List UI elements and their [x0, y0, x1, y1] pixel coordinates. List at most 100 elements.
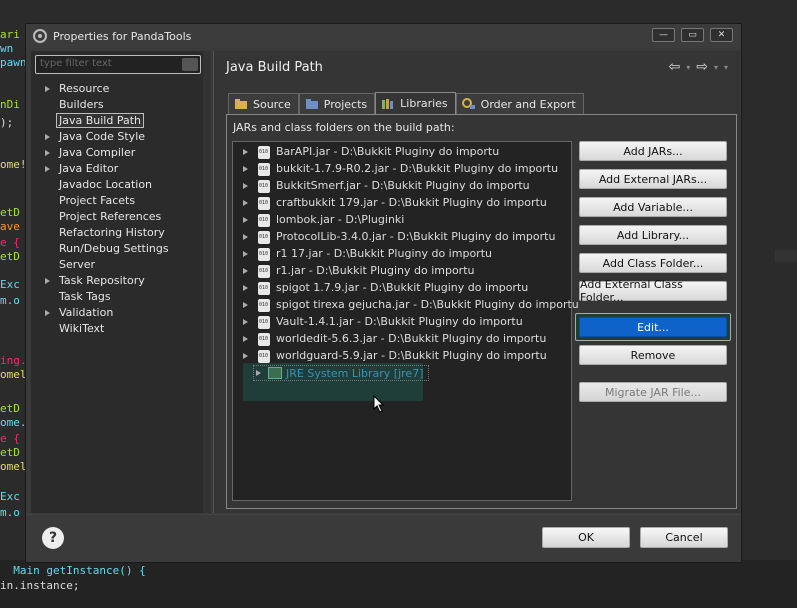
libraries-icon [381, 98, 395, 110]
maximize-button[interactable]: ▭ [681, 28, 704, 42]
tree-item-label: Task Tags [59, 290, 111, 303]
library-item[interactable]: craftbukkit 179.jar - D:\Bukkit Pluginy … [233, 195, 573, 212]
tree-item[interactable]: Task Repository [31, 273, 203, 289]
tree-item[interactable]: Javadoc Location [31, 177, 203, 193]
gear-icon [33, 29, 47, 43]
add-library-button[interactable]: Add Library... [579, 225, 727, 245]
library-item[interactable]: spigot tirexa gejucha.jar - D:\Bukkit Pl… [233, 297, 579, 314]
tree-item-label: Builders [59, 98, 104, 111]
library-item[interactable]: BarAPI.jar - D:\Bukkit Pluginy do import… [233, 144, 573, 161]
tab-label: Libraries [400, 97, 448, 110]
tree-item[interactable]: Refactoring History [31, 225, 203, 241]
code-line: m.o [0, 294, 20, 307]
library-item[interactable]: ProtocolLib-3.4.0.jar - D:\Bukkit Plugin… [233, 229, 573, 246]
minimize-button[interactable]: — [652, 28, 675, 42]
cancel-button[interactable]: Cancel [640, 527, 728, 548]
tree-item[interactable]: Validation [31, 305, 203, 321]
tree-item[interactable]: Java Editor [31, 161, 203, 177]
library-item[interactable]: Vault-1.4.1.jar - D:\Bukkit Pluginy do i… [233, 314, 573, 331]
expand-arrow-icon[interactable] [243, 217, 248, 223]
tab-projects[interactable]: Projects [298, 93, 376, 114]
library-item[interactable]: BukkitSmerf.jar - D:\Bukkit Pluginy do i… [233, 178, 573, 195]
add-variable-button[interactable]: Add Variable... [579, 197, 727, 217]
tree-item-label: Validation [59, 306, 114, 319]
expand-arrow-icon[interactable] [45, 150, 50, 156]
tree-item[interactable]: Server [31, 257, 203, 273]
expand-arrow-icon[interactable] [243, 268, 248, 274]
tab-source[interactable]: Source [228, 93, 299, 114]
expand-arrow-icon[interactable] [256, 370, 261, 376]
forward-arrow-icon[interactable]: ⇨ [696, 59, 708, 75]
tree-item-label: Java Compiler [59, 146, 136, 159]
view-menu-icon[interactable]: ▾ [724, 63, 728, 72]
expand-arrow-icon[interactable] [45, 166, 50, 172]
back-menu-icon[interactable]: ▾ [686, 63, 690, 72]
tree-item[interactable]: Builders [31, 97, 203, 113]
tab-order-export[interactable]: Order and Export [455, 93, 584, 114]
code-line: etD [0, 206, 20, 219]
code-line: in.instance; [0, 579, 80, 592]
expand-arrow-icon[interactable] [243, 353, 248, 359]
expand-arrow-icon[interactable] [243, 234, 248, 240]
ok-button[interactable]: OK [542, 527, 630, 548]
library-item[interactable]: lombok.jar - D:\Pluginki [233, 212, 573, 229]
code-line: ari [0, 28, 20, 41]
remove-button[interactable]: Remove [579, 345, 727, 365]
filter-input[interactable]: type filter text [35, 55, 201, 74]
add-class-folder-button[interactable]: Add Class Folder... [579, 253, 727, 273]
expand-arrow-icon[interactable] [45, 310, 50, 316]
expand-arrow-icon[interactable] [243, 336, 248, 342]
tree-item[interactable]: WikiText [31, 321, 203, 337]
page-title: Java Build Path [226, 60, 323, 75]
library-label: spigot 1.7.9.jar - D:\Bukkit Pluginy do … [276, 281, 529, 294]
help-icon[interactable]: ? [42, 527, 64, 549]
jre-library-item[interactable]: JRE System Library [jre7] [253, 365, 429, 381]
expand-arrow-icon[interactable] [243, 200, 248, 206]
library-label: bukkit-1.7.9-R0.2.jar - D:\Bukkit Plugin… [276, 162, 559, 175]
code-line: Main getInstance() { [0, 564, 146, 577]
library-item[interactable]: bukkit-1.7.9-R0.2.jar - D:\Bukkit Plugin… [233, 161, 573, 178]
library-item[interactable]: worldedit-5.6.3.jar - D:\Bukkit Pluginy … [233, 331, 573, 348]
expand-arrow-icon[interactable] [45, 134, 50, 140]
tree-item[interactable]: Project Facets [31, 193, 203, 209]
tree-item[interactable]: Resource [31, 81, 203, 97]
add-external-jars-button[interactable]: Add External JARs... [579, 169, 727, 189]
code-line: m.o [0, 506, 20, 519]
jar-icon [258, 248, 270, 261]
forward-menu-icon[interactable]: ▾ [714, 63, 718, 72]
title-bar[interactable]: Properties for PandaTools — ▭ ✕ [26, 24, 741, 48]
expand-arrow-icon[interactable] [243, 319, 248, 325]
expand-arrow-icon[interactable] [243, 183, 248, 189]
add-external-class-folder-button[interactable]: Add External Class Folder... [579, 278, 727, 304]
tree-item-label: Project Facets [59, 194, 136, 207]
library-item[interactable]: r1.jar - D:\Bukkit Pluginy do importu [233, 263, 573, 280]
tree-item[interactable]: Java Compiler [31, 145, 203, 161]
expand-arrow-icon[interactable] [243, 302, 248, 308]
add-jars-button[interactable]: Add JARs... [579, 141, 727, 161]
expand-arrow-icon[interactable] [45, 86, 50, 92]
expand-arrow-icon[interactable] [243, 149, 248, 155]
edit-button[interactable]: Edit... [579, 317, 727, 337]
clear-filter-icon[interactable] [182, 58, 198, 71]
tab-libraries[interactable]: Libraries [375, 92, 456, 114]
tree-item[interactable]: Project References [31, 209, 203, 225]
category-scrollbar[interactable] [203, 51, 211, 513]
library-item[interactable]: spigot 1.7.9.jar - D:\Bukkit Pluginy do … [233, 280, 573, 297]
tree-item-label: Java Build Path [56, 113, 145, 128]
expand-arrow-icon[interactable] [45, 278, 50, 284]
tree-item[interactable]: Java Code Style [31, 129, 203, 145]
tree-item[interactable]: Run/Debug Settings [31, 241, 203, 257]
tree-item[interactable]: Task Tags [31, 289, 203, 305]
window-title: Properties for PandaTools [53, 29, 192, 43]
tree-item[interactable]: Java Build Path [31, 113, 203, 129]
code-line: ave [0, 220, 20, 233]
expand-arrow-icon[interactable] [243, 285, 248, 291]
back-arrow-icon[interactable]: ⇦ [668, 59, 680, 75]
jar-icon [258, 214, 270, 227]
close-button[interactable]: ✕ [710, 28, 733, 42]
library-list[interactable]: BarAPI.jar - D:\Bukkit Pluginy do import… [232, 141, 579, 501]
library-item[interactable]: r1 17.jar - D:\Bukkit Pluginy do importu [233, 246, 573, 263]
expand-arrow-icon[interactable] [243, 251, 248, 257]
expand-arrow-icon[interactable] [243, 166, 248, 172]
bottom-code-area: Main getInstance() { in.instance; [0, 560, 797, 608]
